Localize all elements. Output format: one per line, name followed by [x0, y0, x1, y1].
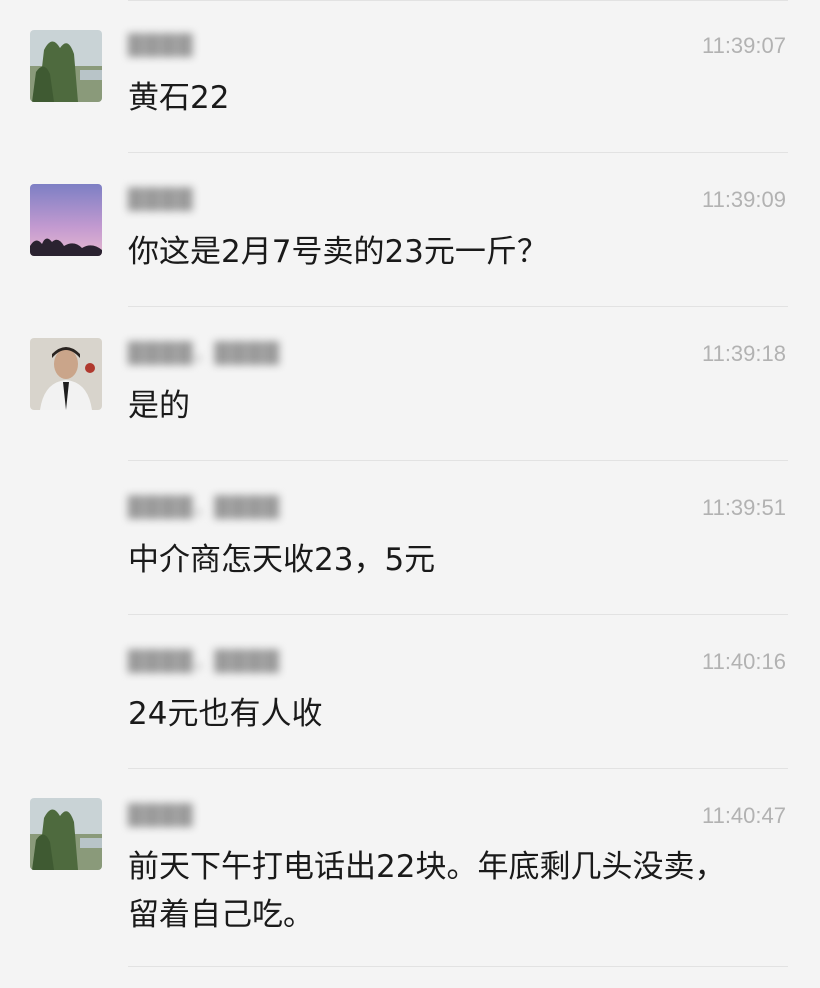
sender-name: ████	[128, 803, 194, 827]
avatar[interactable]	[30, 30, 102, 102]
avatar[interactable]	[30, 184, 102, 256]
divider	[128, 460, 788, 461]
divider	[128, 306, 788, 307]
sender-name: ████	[128, 33, 194, 57]
message-time: 11:40:47	[701, 803, 786, 828]
divider	[128, 966, 788, 967]
message-time: 11:39:07	[701, 33, 786, 58]
message-time: 11:40:16	[701, 649, 786, 674]
message-time: 11:39:51	[701, 495, 786, 520]
message-text: 黄石22	[128, 80, 230, 116]
message-text: 你这是2月7号卖的23元一斤？	[128, 234, 548, 270]
divider	[128, 0, 788, 1]
sender-name: ████	[128, 187, 194, 211]
sender-name: ████，████	[128, 649, 281, 673]
sender-name: ████，████	[128, 341, 281, 365]
message-text: 24元也有人收	[128, 696, 323, 732]
divider	[128, 614, 788, 615]
message-text: 前天下午打电话出22块。年底剩几头没卖，留着自己吃。	[128, 849, 726, 933]
message-text: 是的	[128, 388, 190, 424]
divider	[128, 152, 788, 153]
message-time: 11:39:18	[701, 341, 786, 366]
divider	[128, 768, 788, 769]
avatar[interactable]	[30, 798, 102, 870]
avatar[interactable]	[30, 338, 102, 410]
message-text: 中介商怎天收23，5元	[128, 542, 436, 578]
sender-name: ████，████	[128, 495, 281, 519]
chat-message-list: ████ 11:39:07 黄石22 ████ 11:39:09 你这是2月7号…	[0, 0, 820, 988]
message-time: 11:39:09	[701, 187, 786, 212]
